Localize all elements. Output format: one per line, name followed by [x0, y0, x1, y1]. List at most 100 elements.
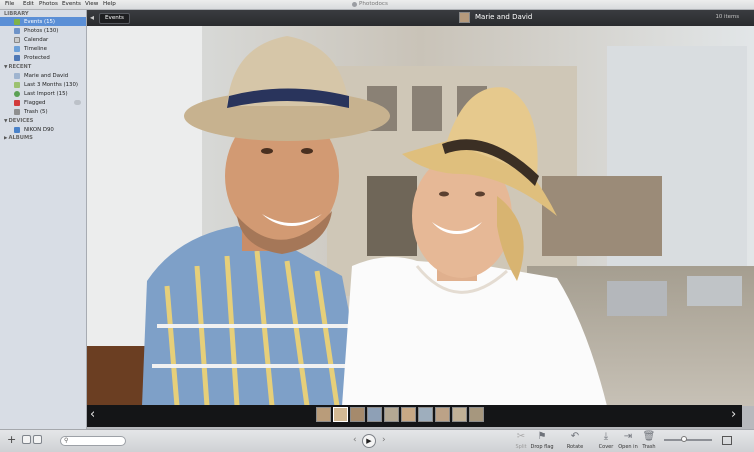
event-header: ◂ Events Marie and David 10 items	[87, 10, 754, 26]
import-icon	[14, 90, 20, 97]
cover-button[interactable]: ⤓ Cover	[594, 431, 618, 450]
drop-flag-label: Drop flag	[530, 444, 554, 450]
app-title-text: Photodocs	[359, 1, 388, 7]
filmstrip-thumbnail[interactable]	[418, 407, 433, 422]
flagged-count-badge	[74, 100, 81, 105]
sidebar-item-label: Last 3 Months (130)	[24, 81, 78, 88]
slideshow-play-button[interactable]: ▶	[362, 434, 376, 448]
timeline-icon	[14, 45, 20, 52]
menu-bar: File Edit Photos Events View Help Photod…	[0, 0, 754, 10]
event-thumbnail	[459, 12, 470, 23]
rotate-icon: ↶	[570, 431, 580, 442]
event-title: Marie and David	[475, 13, 533, 21]
sidebar-item-label: Flagged	[24, 99, 46, 106]
sidebar-item-protected[interactable]: Protected	[0, 53, 86, 62]
filmstrip: ‹ ›	[87, 405, 742, 427]
sidebar-item-label: Last Import (15)	[24, 90, 68, 97]
search-input[interactable]: ⚲	[60, 436, 126, 446]
filmstrip-thumbnail[interactable]	[401, 407, 416, 422]
calendar-icon	[14, 36, 20, 43]
filmstrip-thumbnails	[316, 407, 484, 422]
photo-couple-image	[87, 26, 754, 406]
recent-heading-label: RECENT	[8, 64, 32, 70]
sidebar-item-timeline[interactable]: Timeline	[0, 44, 86, 53]
breadcrumb-events[interactable]: Events	[99, 13, 130, 24]
calendar-icon	[14, 81, 20, 88]
cover-icon: ⤓	[603, 431, 609, 442]
protected-icon	[14, 54, 20, 61]
camera-icon	[14, 126, 20, 133]
filmstrip-thumbnail[interactable]	[384, 407, 399, 422]
sidebar-item-photos[interactable]: Photos (130)	[0, 26, 86, 35]
events-icon	[14, 18, 20, 25]
sidebar-item-flagged[interactable]: Flagged	[0, 98, 86, 107]
app-title: Photodocs	[352, 1, 388, 7]
event-icon	[14, 72, 20, 79]
filmstrip-thumbnail[interactable]	[435, 407, 450, 422]
devices-heading-label: DEVICES	[8, 118, 34, 124]
flag-icon	[14, 99, 20, 106]
sidebar-item-nikon-d90[interactable]: NIKON D90	[0, 125, 86, 134]
filmstrip-thumbnail[interactable]	[367, 407, 382, 422]
filmstrip-thumbnail[interactable]	[350, 407, 365, 422]
rotate-button[interactable]: ↶ Rotate	[563, 431, 587, 450]
sidebar-item-label: Trash (5)	[24, 108, 48, 115]
zoom-slider[interactable]	[664, 439, 712, 441]
sidebar-item-trash[interactable]: Trash (5)	[0, 107, 86, 116]
fullscreen-icon[interactable]	[722, 436, 732, 445]
main-photo[interactable]	[87, 26, 754, 406]
sidebar-item-label: Timeline	[24, 45, 47, 52]
app-logo-icon	[352, 1, 357, 7]
menu-photos[interactable]: Photos	[39, 1, 58, 7]
trash-button[interactable]: 🗑 Trash	[637, 431, 661, 450]
sidebar-item-calendar[interactable]: Calendar	[0, 35, 86, 44]
bottom-toolbar: + ⚲ ‹ ▶ › ✂ Split ⚑ Drop flag ↶ Rotate ⤓…	[0, 429, 754, 452]
trash-label: Trash	[642, 444, 656, 450]
disclosure-triangle-icon: ▼	[4, 64, 8, 70]
sidebar-item-label: Protected	[24, 54, 50, 61]
trash-icon	[14, 108, 20, 115]
filmstrip-thumbnail[interactable]	[333, 407, 348, 422]
disclosure-triangle-icon: ▶	[4, 135, 8, 141]
sidebar-item-label: Calendar	[24, 36, 49, 43]
filmstrip-thumbnail[interactable]	[469, 407, 484, 422]
filmstrip-thumbnail[interactable]	[316, 407, 331, 422]
drop-flag-button[interactable]: ⚑ Drop flag	[530, 431, 554, 450]
filmstrip-thumbnail[interactable]	[452, 407, 467, 422]
next-arrow-icon[interactable]: ›	[731, 408, 736, 422]
albums-heading-label: ALBUMS	[8, 135, 33, 141]
zoom-slider-handle[interactable]	[681, 436, 687, 442]
menu-events[interactable]: Events	[62, 1, 81, 7]
menu-file[interactable]: File	[5, 1, 14, 7]
item-count: 10 items	[715, 14, 739, 20]
sidebar-item-last-import[interactable]: Last Import (15)	[0, 89, 86, 98]
sidebar-item-label: NIKON D90	[24, 126, 54, 133]
devices-heading[interactable]: ▼ DEVICES	[4, 118, 33, 124]
info-button[interactable]	[22, 435, 31, 444]
back-arrow-icon[interactable]: ◂	[90, 13, 94, 22]
flag-icon: ⚑	[537, 431, 547, 442]
edit-button[interactable]	[33, 435, 42, 444]
sidebar-item-label: Marie and David	[24, 72, 69, 79]
sidebar-item-last-3-months[interactable]: Last 3 Months (130)	[0, 80, 86, 89]
trash-icon: 🗑	[642, 431, 656, 442]
cover-label: Cover	[598, 444, 614, 450]
previous-photo-icon[interactable]: ‹	[353, 435, 357, 445]
albums-heading[interactable]: ▶ ALBUMS	[4, 135, 33, 141]
sidebar: LIBRARY Events (15) Photos (130) Calenda…	[0, 10, 87, 429]
previous-arrow-icon[interactable]: ‹	[90, 408, 95, 422]
rotate-label: Rotate	[566, 444, 584, 450]
menu-view[interactable]: View	[85, 1, 98, 7]
search-icon: ⚲	[64, 437, 69, 444]
sidebar-item-events[interactable]: Events (15)	[0, 17, 86, 26]
menu-edit[interactable]: Edit	[23, 1, 34, 7]
menu-help[interactable]: Help	[103, 1, 116, 7]
sidebar-item-marie-and-david[interactable]: Marie and David	[0, 71, 86, 80]
disclosure-triangle-icon: ▼	[4, 118, 8, 124]
next-photo-icon[interactable]: ›	[382, 435, 386, 445]
photos-icon	[14, 27, 20, 34]
sidebar-item-label: Photos (130)	[24, 27, 59, 34]
sidebar-item-label: Events (15)	[24, 18, 56, 25]
add-icon[interactable]: +	[7, 433, 16, 446]
recent-heading[interactable]: ▼ RECENT	[4, 64, 31, 70]
